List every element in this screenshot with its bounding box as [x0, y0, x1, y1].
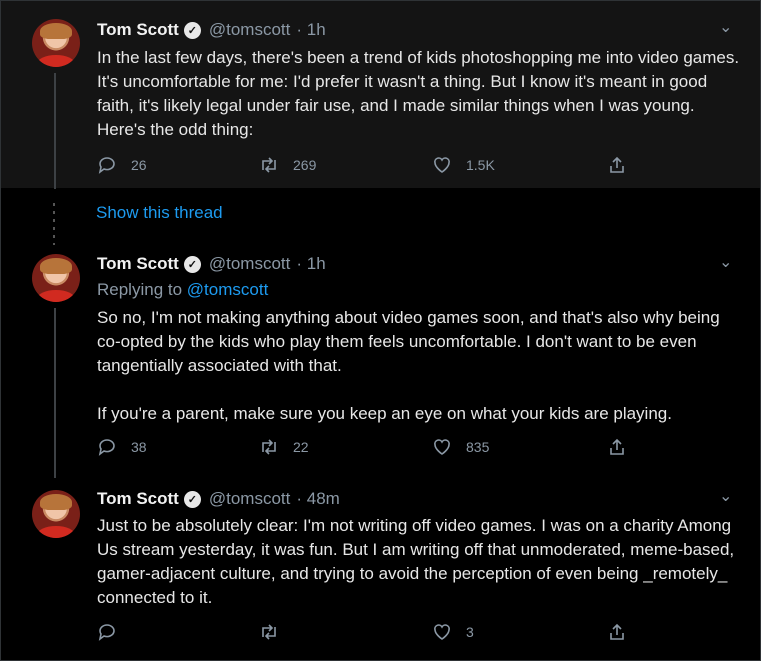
tweet-2-header: Tom Scott ✓ @tomscott · 1h [97, 254, 326, 274]
like-icon [432, 155, 452, 175]
tweet-3[interactable]: Tom Scott ✓ @tomscott · 48m ⌄ Just to be… [1, 476, 760, 660]
like-button[interactable]: 3 [432, 622, 474, 642]
tweet-2-avatar[interactable] [32, 254, 80, 302]
reply-count: 38 [131, 439, 147, 455]
replying-label: Replying to [97, 280, 183, 299]
author-name[interactable]: Tom Scott [97, 254, 179, 274]
tweet-1[interactable]: Tom Scott ✓ @tomscott · 1h ⌄ In the last… [1, 1, 760, 189]
verified-icon: ✓ [183, 255, 201, 273]
thread-line [54, 308, 56, 478]
reply-button[interactable]: 38 [97, 437, 147, 457]
share-icon [607, 437, 627, 457]
retweet-button[interactable]: 269 [259, 155, 316, 175]
thread-line [54, 73, 56, 189]
show-thread-link[interactable]: Show this thread [96, 203, 223, 223]
tweet-time[interactable]: · 1h [296, 254, 325, 274]
tweet-time[interactable]: · 1h [296, 20, 325, 40]
reply-count: 26 [131, 157, 147, 173]
replying-to: Replying to @tomscott [97, 280, 268, 300]
tweet-text: So no, I'm not making anything about vid… [97, 308, 720, 423]
like-icon [432, 622, 452, 642]
replying-handle-link[interactable]: @tomscott [187, 280, 269, 299]
tweet-1-avatar[interactable] [32, 19, 80, 67]
like-button[interactable]: 835 [432, 437, 489, 457]
reply-icon [97, 155, 117, 175]
retweet-icon [259, 437, 279, 457]
author-name[interactable]: Tom Scott [97, 20, 179, 40]
like-count: 835 [466, 439, 490, 455]
share-icon [607, 155, 627, 175]
share-button[interactable] [607, 155, 627, 175]
reply-icon [97, 622, 117, 642]
share-button[interactable] [607, 437, 627, 457]
caret-down-icon[interactable]: ⌄ [719, 20, 732, 36]
retweet-count: 22 [293, 439, 309, 455]
tweet-actions: 3 [97, 622, 624, 646]
retweet-icon [259, 155, 279, 175]
share-icon [607, 622, 627, 642]
tweet-3-avatar[interactable] [32, 490, 80, 538]
tweet-time[interactable]: · 48m [296, 489, 339, 509]
caret-down-icon[interactable]: ⌄ [719, 255, 732, 271]
tweet-text: In the last few days, there's been a tre… [97, 48, 744, 139]
caret-down-icon[interactable]: ⌄ [719, 489, 732, 505]
reply-button[interactable] [97, 622, 131, 642]
verified-icon: ✓ [183, 490, 201, 508]
tweet-actions: 26 269 1.5K [97, 155, 624, 179]
reply-icon [97, 437, 117, 457]
tweet-2[interactable]: Tom Scott ✓ @tomscott · 1h ⌄ Replying to… [1, 238, 760, 478]
verified-icon: ✓ [183, 21, 201, 39]
tweet-3-header: Tom Scott ✓ @tomscott · 48m [97, 489, 340, 509]
retweet-count: 269 [293, 157, 317, 173]
author-handle[interactable]: @tomscott [209, 254, 291, 274]
author-handle[interactable]: @tomscott [209, 489, 291, 509]
like-icon [432, 437, 452, 457]
like-count: 1.5K [466, 157, 495, 173]
tweet-text: Just to be absolutely clear: I'm not wri… [97, 516, 739, 607]
author-handle[interactable]: @tomscott [209, 20, 291, 40]
author-name[interactable]: Tom Scott [97, 489, 179, 509]
reply-button[interactable]: 26 [97, 155, 147, 175]
retweet-icon [259, 622, 279, 642]
retweet-button[interactable]: 22 [259, 437, 309, 457]
tweet-actions: 38 22 835 [97, 437, 624, 461]
tweet-1-header: Tom Scott ✓ @tomscott · 1h [97, 20, 326, 40]
share-button[interactable] [607, 622, 627, 642]
like-count: 3 [466, 624, 474, 640]
like-button[interactable]: 1.5K [432, 155, 495, 175]
retweet-button[interactable] [259, 622, 293, 642]
